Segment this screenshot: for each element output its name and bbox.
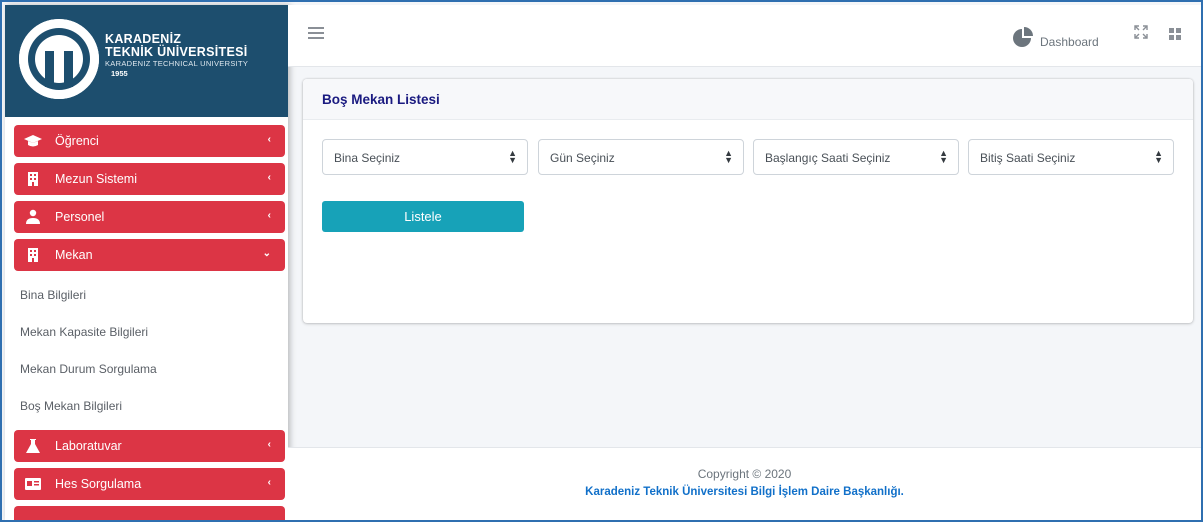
sidebar-item-personel[interactable]: Personel ‹ xyxy=(14,201,285,233)
sidebar-item-hes-sorgulama[interactable]: Hes Sorgulama ‹ xyxy=(14,468,285,500)
sidebar-item-label: Öğrenci xyxy=(55,134,99,148)
fullscreen-expand-icon[interactable] xyxy=(1134,25,1148,39)
sidebar-item-label: Mezun Sistemi xyxy=(55,172,137,186)
sidebar: KARADENİZ TEKNİK ÜNİVERSİTESİ KARADENIZ … xyxy=(5,5,288,520)
chevron-left-icon: ‹ xyxy=(267,439,271,450)
users-icon xyxy=(24,209,42,225)
brand-name-line2: TEKNİK ÜNİVERSİTESİ xyxy=(105,45,248,59)
sidebar-item-mekan[interactable]: Mekan ⌄ xyxy=(14,239,285,271)
dashboard-label: Dashboard xyxy=(1040,35,1099,49)
building-icon xyxy=(24,171,42,187)
sidebar-item-laboratuvar[interactable]: Laboratuvar ‹ xyxy=(14,430,285,462)
day-select[interactable]: Gün Seçiniz ▲ ▼ xyxy=(538,139,744,175)
building-select[interactable]: Bina Seçiniz ▲ ▼ xyxy=(322,139,528,175)
flask-icon xyxy=(24,438,42,454)
select-caret-icon: ▲ ▼ xyxy=(724,148,733,165)
select-caret-icon: ▲ ▼ xyxy=(508,148,517,165)
organization-link[interactable]: Karadeniz Teknik Üniversitesi Bilgi İşle… xyxy=(288,486,1201,498)
brand-year: 1955 xyxy=(111,69,128,78)
sidebar-item-label: Personel xyxy=(55,210,105,224)
end-time-select[interactable]: Bitiş Saati Seçiniz ▲ ▼ xyxy=(968,139,1174,175)
brand-name-english: KARADENIZ TECHNICAL UNIVERSITY xyxy=(105,59,249,68)
sidebar-item-label: Mekan xyxy=(55,248,93,262)
building-icon xyxy=(24,247,42,263)
footer: Copyright © 2020 Karadeniz Teknik Üniver… xyxy=(288,447,1201,520)
id-card-icon xyxy=(24,476,42,492)
sidebar-subitem-mekan-kapasite[interactable]: Mekan Kapasite Bilgileri xyxy=(14,314,285,351)
sidebar-subitem-mekan-durum[interactable]: Mekan Durum Sorgulama xyxy=(14,351,285,388)
filter-row: Bina Seçiniz ▲ ▼ Gün Seçiniz ▲ ▼ Başlangıç… xyxy=(322,139,1174,175)
hamburger-menu-icon[interactable] xyxy=(308,27,324,39)
grid-apps-icon[interactable] xyxy=(1169,27,1181,40)
sidebar-subitem-bos-mekan[interactable]: Boş Mekan Bilgileri xyxy=(14,388,285,425)
chevron-left-icon: ‹ xyxy=(267,134,271,145)
sidebar-item-mezun-sistemi[interactable]: Mezun Sistemi ‹ xyxy=(14,163,285,195)
page-title: Boş Mekan Listesi xyxy=(322,92,440,107)
sidebar-item-label: Laboratuvar xyxy=(55,439,122,453)
chevron-left-icon: ‹ xyxy=(267,172,271,183)
brand-text: KARADENİZ TEKNİK ÜNİVERSİTESİ KARADENIZ … xyxy=(105,33,248,79)
copyright-text: Copyright © 2020 xyxy=(697,467,792,481)
list-button[interactable]: Listele xyxy=(322,201,524,232)
empty-rooms-card: Boş Mekan Listesi Bina Seçiniz ▲ ▼ Gün Se… xyxy=(303,79,1193,323)
start-time-select-value: Başlangıç Saati Seçiniz xyxy=(765,151,891,165)
brand-header[interactable]: KARADENİZ TEKNİK ÜNİVERSİTESİ KARADENIZ … xyxy=(5,5,288,117)
sidebar-subitem-bina-bilgileri[interactable]: Bina Bilgileri xyxy=(14,277,285,314)
chevron-left-icon: ‹ xyxy=(267,477,271,488)
end-time-select-value: Bitiş Saati Seçiniz xyxy=(980,151,1076,165)
start-time-select[interactable]: Başlangıç Saati Seçiniz ▲ ▼ xyxy=(753,139,959,175)
select-caret-icon: ▲ ▼ xyxy=(939,148,948,165)
sidebar-item-partial[interactable] xyxy=(14,506,285,520)
topbar: Dashboard xyxy=(288,5,1201,67)
mekan-submenu: Bina Bilgileri Mekan Kapasite Bilgileri … xyxy=(14,277,285,425)
app-window: KARADENİZ TEKNİK ÜNİVERSİTESİ KARADENIZ … xyxy=(0,0,1203,522)
sidebar-menu: Öğrenci ‹ Mezun Sistemi ‹ Personel ‹ Mek… xyxy=(14,125,285,520)
sidebar-item-ogrenci[interactable]: Öğrenci ‹ xyxy=(14,125,285,157)
graduation-cap-icon xyxy=(24,133,42,149)
building-select-value: Bina Seçiniz xyxy=(334,151,401,165)
card-header: Boş Mekan Listesi xyxy=(303,79,1193,120)
sidebar-item-label: Hes Sorgulama xyxy=(55,477,142,491)
day-select-value: Gün Seçiniz xyxy=(550,151,615,165)
chevron-left-icon: ‹ xyxy=(267,210,271,221)
university-logo xyxy=(19,19,99,99)
select-caret-icon: ▲ ▼ xyxy=(1154,148,1163,165)
pie-chart-icon xyxy=(1012,27,1034,54)
chevron-down-icon: ⌄ xyxy=(262,248,271,259)
